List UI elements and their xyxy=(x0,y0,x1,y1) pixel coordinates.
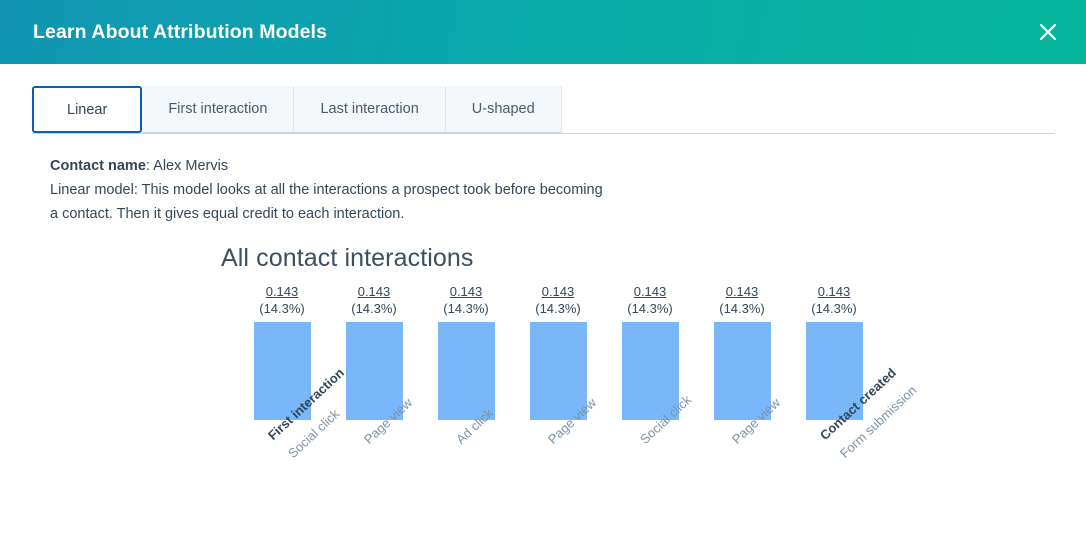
bar-value-link[interactable]: 0.143 xyxy=(420,284,512,300)
description-block: Contact name: Alex Mervis Linear model: … xyxy=(50,154,610,226)
page-title: Learn About Attribution Models xyxy=(33,20,328,43)
tab-linear[interactable]: Linear xyxy=(32,86,143,133)
bar-percent-label: (14.3%) xyxy=(351,301,397,316)
contact-name-value: Alex Mervis xyxy=(153,158,229,174)
bar-value-link[interactable]: 0.143 xyxy=(236,284,328,300)
attribution-models-modal: Learn About Attribution Models Linear Fi… xyxy=(0,0,1086,560)
chart-plot-area: 0.143 (14.3%) 0.143 (14.3%) 0.143 (14.3%) 0.14… xyxy=(0,284,1086,545)
model-description: Linear model: This model looks at all th… xyxy=(50,182,603,222)
close-icon xyxy=(1038,22,1058,42)
bar-value-link[interactable]: 0.143 xyxy=(696,284,788,300)
bar-percent-label: (14.3%) xyxy=(811,301,857,316)
chart-title: All contact interactions xyxy=(221,244,474,272)
tab-label: First interaction xyxy=(168,101,268,117)
tab-label: Linear xyxy=(67,101,108,118)
tabs-divider xyxy=(32,133,1055,134)
tab-label: Last interaction xyxy=(320,101,419,117)
bar-percent-label: (14.3%) xyxy=(535,301,581,316)
bar-percent-label: (14.3%) xyxy=(719,301,765,316)
modal-header: Learn About Attribution Models xyxy=(0,0,1086,64)
chart: All contact interactions 0.143 (14.3%) 0.1… xyxy=(0,244,1086,545)
tab-u-shaped[interactable]: U-shaped xyxy=(445,86,562,133)
bar-value-link[interactable]: 0.143 xyxy=(328,284,420,300)
tab-label: U-shaped xyxy=(471,101,535,117)
bar-percent-label: (14.3%) xyxy=(259,301,305,316)
chart-x-axis-labels: First interaction Social click Page view Ad… xyxy=(0,365,1086,545)
bar-column: 0.143 (14.3%) xyxy=(420,284,512,420)
bar-value-link[interactable]: 0.143 xyxy=(788,284,880,300)
tab-first-interaction[interactable]: First interaction xyxy=(142,86,295,133)
contact-name-line: Contact name: Alex Mervis xyxy=(50,154,610,178)
bar-percent-label: (14.3%) xyxy=(627,301,673,316)
close-button[interactable] xyxy=(1032,16,1064,48)
tab-last-interaction[interactable]: Last interaction xyxy=(294,86,446,133)
bar-value-link[interactable]: 0.143 xyxy=(604,284,696,300)
tab-strip: Linear First interaction Last interactio… xyxy=(32,86,1086,133)
bar-percent-label: (14.3%) xyxy=(443,301,489,316)
bar-value-link[interactable]: 0.143 xyxy=(512,284,604,300)
contact-name-label: Contact name xyxy=(50,158,146,174)
